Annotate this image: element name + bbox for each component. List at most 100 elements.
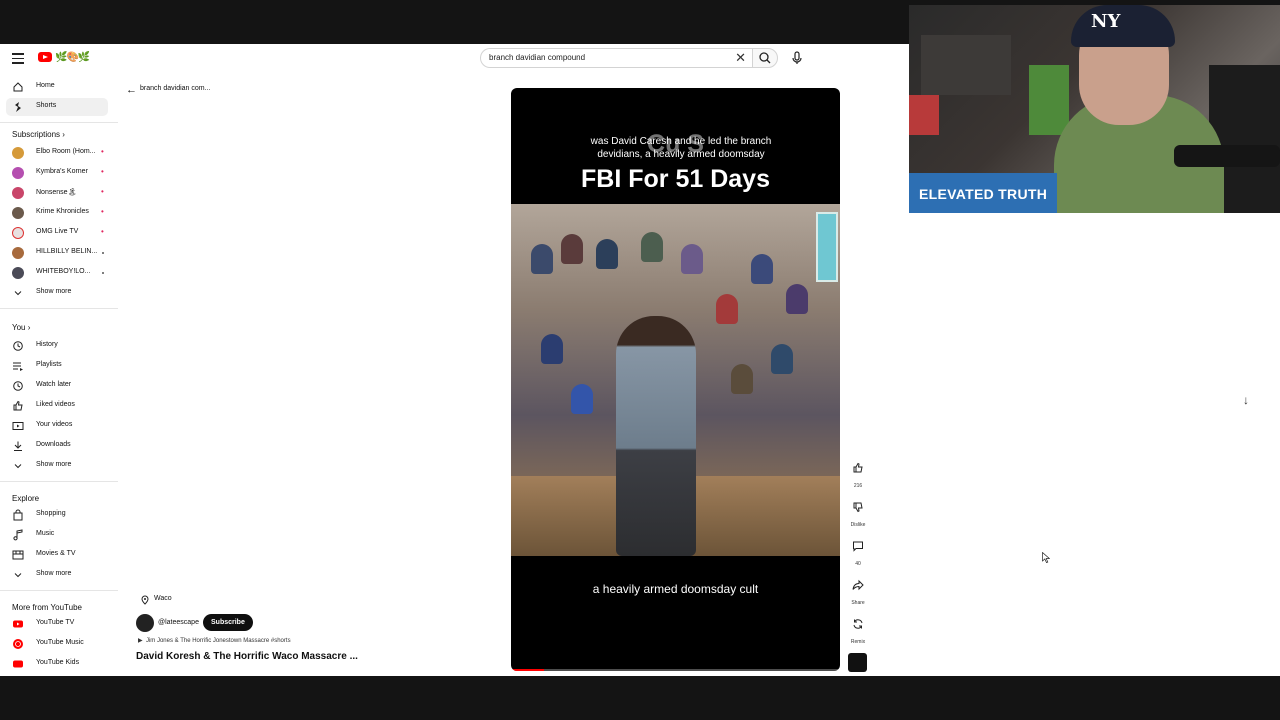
subscription-item[interactable]: Nonsense🏝: [6, 184, 108, 202]
avatar: [12, 167, 24, 179]
microphone-icon: [792, 51, 802, 64]
sidebar-item-home[interactable]: Home: [6, 78, 108, 96]
remix-button[interactable]: Remix: [846, 614, 870, 645]
like-button[interactable]: 216: [846, 458, 870, 489]
search-input[interactable]: branch davidian compound ✕: [480, 48, 752, 68]
subscription-label: HILLBILLY BELIN...: [36, 248, 98, 255]
clear-search-icon[interactable]: ✕: [735, 50, 746, 66]
sidebar-item-label: Your videos: [36, 421, 73, 428]
next-short-arrow-icon[interactable]: ↓: [1243, 393, 1249, 407]
youtube-logo[interactable]: [38, 52, 52, 62]
streamer-cap: [1071, 5, 1175, 47]
sidebar-item-music[interactable]: Music: [6, 526, 108, 544]
subscriptions-heading[interactable]: Subscriptions ›: [12, 130, 65, 139]
crowd-person: [786, 284, 808, 314]
location-label: Waco: [154, 595, 172, 602]
subscription-item[interactable]: OMG Live TV: [6, 224, 108, 242]
background-shelf: [909, 95, 939, 135]
channel-name[interactable]: @lateescape: [158, 619, 199, 626]
dislike-button[interactable]: Dislike: [846, 497, 870, 528]
video-title-text: FBI For 51 Days: [581, 165, 770, 193]
crowd-person: [771, 344, 793, 374]
sidebar-item-label: Home: [36, 82, 55, 89]
avatar: [12, 247, 24, 259]
share-label: Share: [851, 600, 865, 606]
sidebar-item-watch-later[interactable]: Watch later: [6, 377, 108, 395]
new-content-dot: [102, 252, 104, 254]
youtube-kids-icon: [13, 660, 23, 668]
sidebar-item-youtube-kids[interactable]: YouTube Kids: [6, 655, 108, 673]
sidebar-item-label: History: [36, 341, 58, 348]
sidebar-item-label: YouTube Music: [36, 639, 84, 646]
show-more-explore[interactable]: Show more: [6, 566, 108, 584]
video-progress-bar[interactable]: [511, 669, 840, 671]
sidebar-item-label: YouTube TV: [36, 619, 75, 626]
sidebar-item-playlists[interactable]: Playlists: [6, 357, 108, 375]
subscription-label: Krime Khronicles: [36, 208, 89, 215]
shopping-bag-icon: [13, 509, 23, 521]
playlist-icon: [13, 362, 23, 371]
sidebar-item-shorts[interactable]: Shorts: [6, 98, 108, 116]
show-more-you[interactable]: Show more: [6, 457, 108, 475]
shorts-icon: [15, 102, 21, 112]
sidebar-item-label: Music: [36, 530, 55, 537]
subscription-label: WHITEBOY!LO...: [36, 268, 91, 275]
sidebar-item-label: Liked videos: [36, 401, 75, 408]
live-indicator-icon: [100, 227, 106, 236]
thumbs-up-icon: [853, 462, 863, 473]
live-indicator-icon: [100, 187, 106, 196]
crowd-person: [641, 232, 663, 262]
film-icon: [12, 550, 24, 560]
thumbs-up-icon: [13, 400, 23, 411]
sidebar-item-label: Playlists: [36, 361, 62, 368]
sidebar-item-downloads[interactable]: Downloads: [6, 437, 108, 455]
video-frame-crowd: [511, 204, 840, 556]
show-more-subscriptions[interactable]: Show more: [6, 284, 108, 302]
crowd-person: [751, 254, 773, 284]
crowd-person: [571, 384, 593, 414]
channel-thumbnail[interactable]: [848, 653, 867, 672]
search-button[interactable]: [752, 48, 778, 68]
back-arrow-icon[interactable]: ←: [126, 84, 137, 96]
subscription-item[interactable]: Elbo Room (Hom...: [6, 144, 108, 162]
share-button[interactable]: Share: [846, 575, 870, 606]
background-shelf: [921, 35, 1011, 95]
shorts-video-player[interactable]: Cu S was David Caresh and he led the bra…: [511, 88, 840, 671]
subscription-item[interactable]: Kymbra's Korner: [6, 164, 108, 182]
you-heading[interactable]: You ›: [12, 323, 30, 332]
subscription-item[interactable]: HILLBILLY BELIN...: [6, 244, 108, 262]
window: [816, 212, 838, 282]
short-title[interactable]: David Koresh & The Horrific Waco Massacr…: [136, 651, 358, 662]
sidebar-item-your-videos[interactable]: Your videos: [6, 417, 108, 435]
standing-man: [616, 316, 696, 556]
subscription-label: Kymbra's Korner: [36, 168, 88, 175]
channel-avatar[interactable]: [136, 614, 154, 632]
related-video-link[interactable]: ▶ Jim Jones & The Horrific Jonestown Mas…: [138, 637, 291, 644]
sidebar-item-label: YouTube Kids: [36, 659, 80, 666]
subscription-item[interactable]: WHITEBOY!LO...: [6, 264, 108, 282]
menu-icon[interactable]: [12, 53, 24, 64]
comments-button[interactable]: 40: [846, 536, 870, 567]
comment-count: 40: [855, 561, 861, 567]
search-value: branch davidian compound: [489, 53, 586, 62]
crowd-person: [716, 294, 738, 324]
voice-search-button[interactable]: [788, 49, 806, 67]
show-more-label: Show more: [36, 461, 72, 468]
avatar: [12, 147, 24, 159]
show-more-label: Show more: [36, 570, 72, 577]
crowd-person: [541, 334, 563, 364]
sidebar-item-youtube-music[interactable]: YouTube Music: [6, 635, 108, 653]
location-pin-icon: [141, 595, 149, 605]
sidebar-item-youtube-tv[interactable]: YouTube TV: [6, 615, 108, 633]
like-count: 216: [853, 483, 863, 489]
sidebar-item-history[interactable]: History: [6, 337, 108, 355]
sidebar-item-liked-videos[interactable]: Liked videos: [6, 397, 108, 415]
subscribe-button[interactable]: Subscribe: [203, 614, 253, 631]
sidebar-item-movies-tv[interactable]: Movies & TV: [6, 546, 108, 564]
chevron-down-icon: [14, 464, 22, 469]
live-indicator-icon: [100, 207, 106, 216]
sidebar-item-shopping[interactable]: Shopping: [6, 506, 108, 524]
cap-logo: NY: [1091, 11, 1121, 32]
subscription-item[interactable]: Krime Khronicles: [6, 204, 108, 222]
location-tag[interactable]: Waco: [140, 595, 172, 605]
